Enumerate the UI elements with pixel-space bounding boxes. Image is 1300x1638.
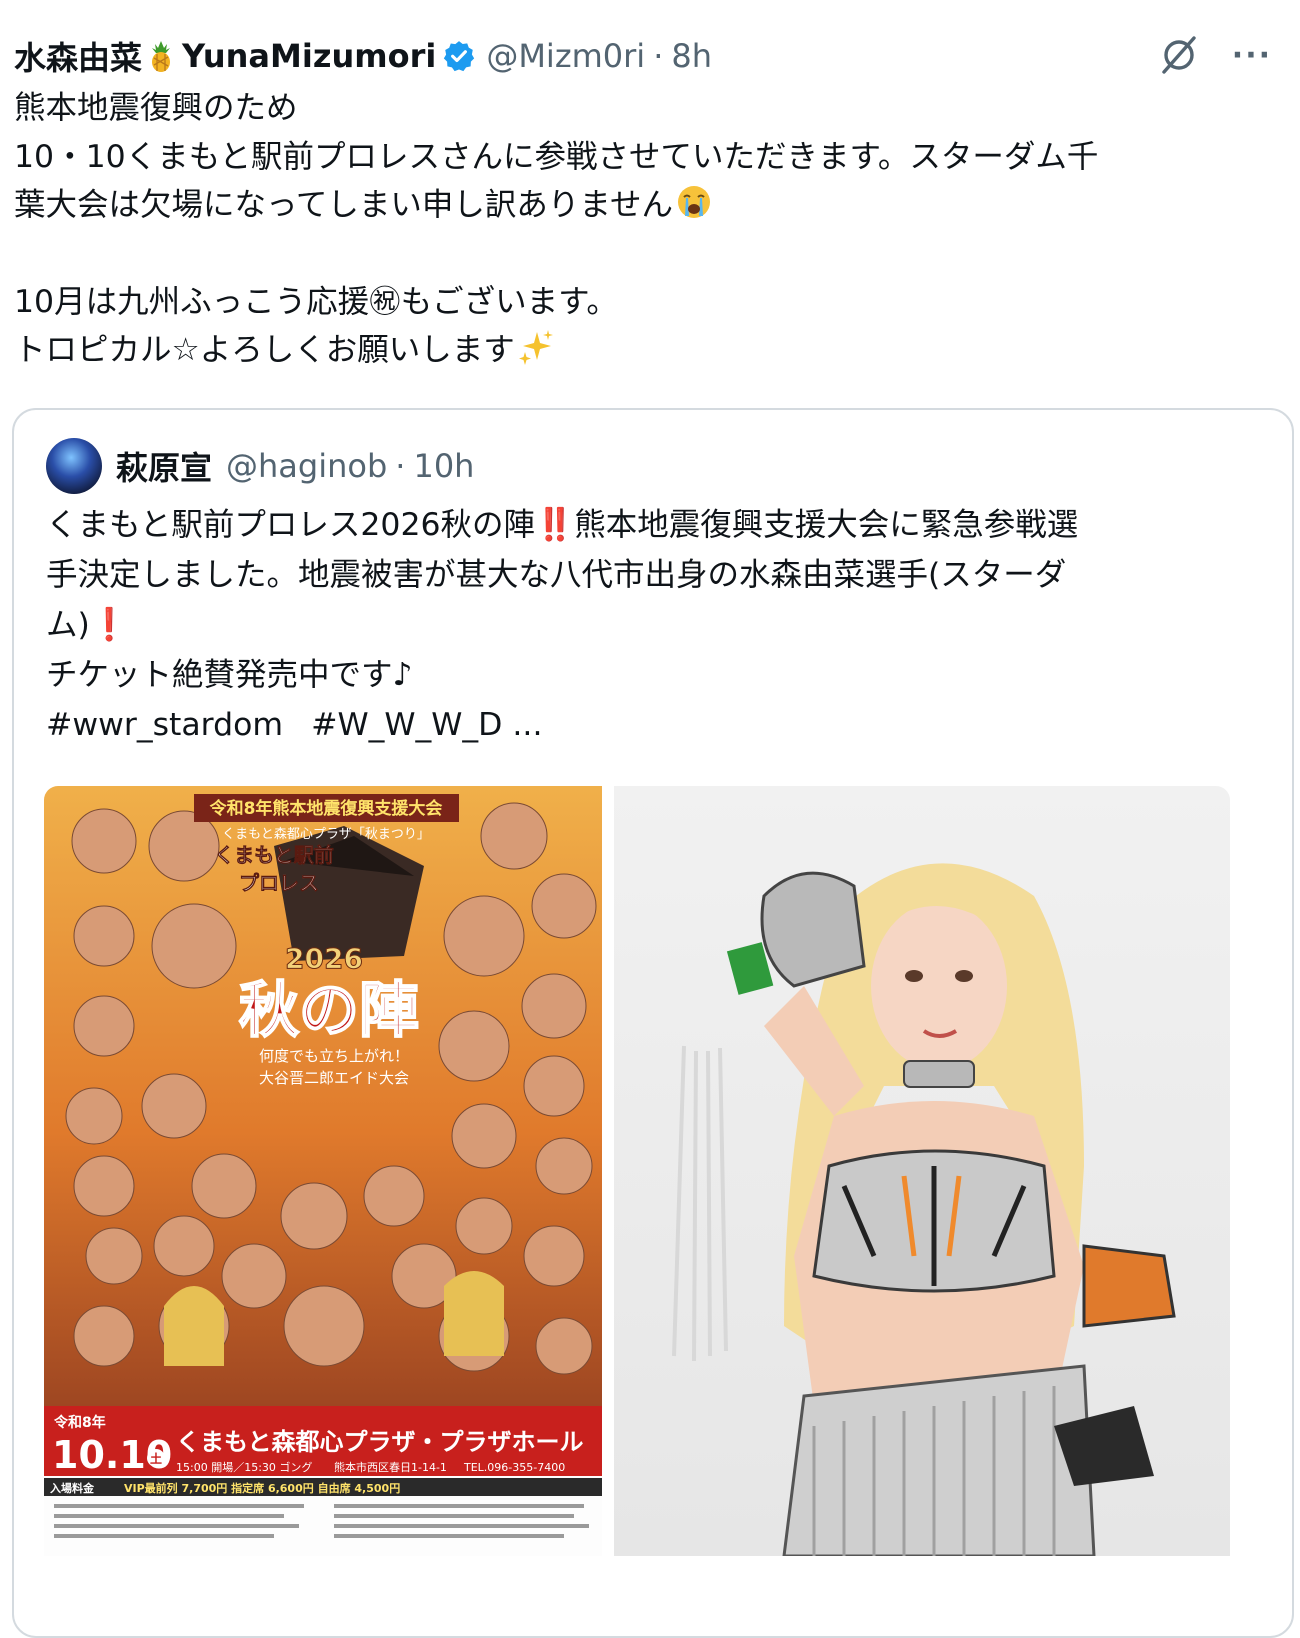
quoted-line: くまもと駅前プロレス2026秋の陣‼️熊本地震復興支援大会に緊急参戦選 [46, 507, 1079, 543]
poster-tagline: 何度でも立ち上がれ！ [259, 1047, 409, 1065]
event-poster-image[interactable]: 令和8年熊本地震復興支援大会 くまもと森都心プラザ「秋まつり」 くまもと駅前 プ… [44, 786, 602, 1556]
wrestler-photo[interactable] [614, 786, 1230, 1556]
quoted-line: 手決定しました。地震被害が甚大な八代市出身の水森由菜選手(スターダ [46, 557, 1067, 593]
sparkles-icon [518, 330, 553, 365]
quoted-line: ム)❗ [46, 607, 130, 643]
author-name[interactable]: 水森由菜 [14, 33, 142, 79]
poster-era: 令和8年 [53, 1414, 106, 1431]
tweet-line: トロピカル☆よろしくお願いします [14, 326, 1284, 375]
tweet-text: 熊本地震復興のため 10・10くまもと駅前プロレスさんに参戦させていただきます。… [14, 84, 1284, 375]
tweet-header: 水森由菜 YunaMizumori @Mizm0ri · 8h ··· [14, 30, 1290, 82]
grok-icon[interactable] [1156, 32, 1202, 78]
tweet: 水森由菜 YunaMizumori @Mizm0ri · 8h ··· 熊本地震… [0, 0, 1300, 1638]
quoted-author-handle[interactable]: @haginob [226, 447, 387, 485]
poster-prices: VIP最前列 7,700円 指定席 6,600円 自由席 4,500円 [124, 1481, 400, 1495]
separator-dot: · [395, 447, 406, 485]
tweet-line: 熊本地震復興のため [14, 90, 298, 126]
author-handle[interactable]: @Mizm0ri [486, 37, 645, 75]
wrestler-photo-illustration [672, 863, 1176, 1556]
separator-dot: · [653, 37, 664, 75]
tweet-timestamp[interactable]: 8h [671, 37, 712, 75]
verified-badge-icon [444, 41, 475, 72]
poster-venue: くまもと森都心プラザ・プラザホール [176, 1428, 584, 1456]
quoted-tweet-text: くまもと駅前プロレス2026秋の陣‼️熊本地震復興支援大会に緊急参戦選 手決定し… [46, 500, 1266, 750]
more-icon[interactable]: ··· [1232, 38, 1272, 73]
poster-times: 15:00 開場／15:30 ゴング [176, 1460, 312, 1474]
poster-weekday: 土 [150, 1451, 162, 1466]
poster-address: 熊本市西区春日1-14-1 [334, 1460, 447, 1474]
poster-tel: TEL.096-355-7400 [463, 1461, 565, 1474]
author-name-latin[interactable]: YunaMizumori [182, 37, 436, 75]
quoted-tweet[interactable]: 萩原宣 @haginob · 10h くまもと駅前プロレス2026秋の陣‼️熊本… [12, 408, 1294, 1638]
hashtag-link[interactable]: #wwr_stardom [46, 707, 283, 743]
quoted-author-name[interactable]: 萩原宣 [116, 443, 212, 489]
poster-title: 秋の陣 [239, 976, 419, 1046]
poster-promotion-2: プロレス [239, 871, 319, 895]
tweet-line: 10月は九州ふっこう応援㊗もございます。 [14, 283, 618, 320]
header-actions: ··· [1156, 32, 1272, 78]
poster-sub-banner: くまもと森都心プラザ「秋まつり」 [222, 827, 430, 842]
pineapple-emoji-icon [152, 41, 171, 72]
quoted-line: チケット絶賛発売中です♪ [46, 657, 413, 693]
event-poster: 令和8年熊本地震復興支援大会 くまもと森都心プラザ「秋まつり」 くまもと駅前 プ… [44, 786, 602, 1556]
tweet-line: 10・10くまもと駅前プロレスさんに参戦させていただきます。スターダム千 [14, 138, 1099, 175]
hashtag-link[interactable]: #W_W_W_D ... [311, 707, 542, 743]
quoted-timestamp[interactable]: 10h [413, 447, 474, 485]
quoted-tweet-header: 萩原宣 @haginob · 10h [46, 438, 474, 494]
avatar[interactable] [46, 438, 102, 494]
hashtags: #wwr_stardom #W_W_W_D ... [46, 700, 1266, 750]
poster-admission-label: 入場料金 [50, 1481, 95, 1495]
tweet-line: 葉大会は欠場になってしまい申し訳ありません [14, 181, 1284, 230]
poster-year: 2026 [285, 942, 363, 975]
poster-tagline-2: 大谷晋二郎エイド大会 [259, 1069, 409, 1087]
poster-promotion: くまもと駅前 [214, 843, 334, 867]
poster-banner: 令和8年熊本地震復興支援大会 [210, 798, 443, 819]
crying-face-icon [677, 186, 710, 218]
